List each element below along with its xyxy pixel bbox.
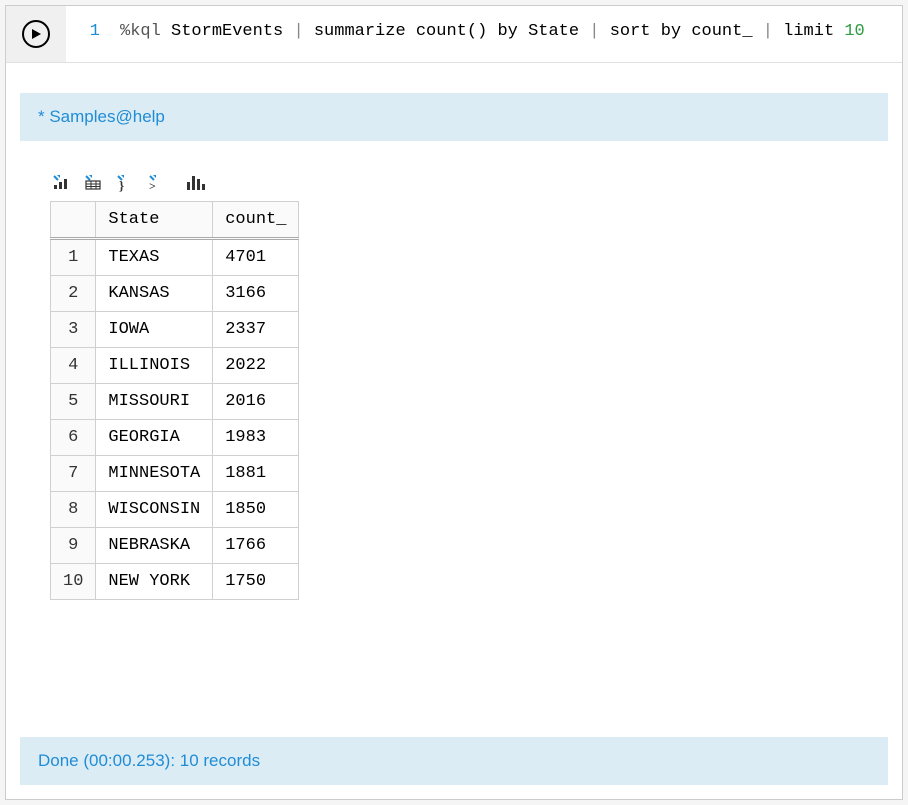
row-index: 5 [51,384,96,420]
cell-state: NEW YORK [96,564,213,600]
cell-count: 1983 [213,420,299,456]
table-row[interactable]: 9NEBRASKA1766 [51,528,299,564]
cell-count: 1881 [213,456,299,492]
cell-count: 4701 [213,239,299,276]
cell-state: MISSOURI [96,384,213,420]
line-number: 1 [70,22,120,41]
context-info-bar: * Samples@help [20,93,888,141]
result-block: } > [20,171,888,600]
cell-state: NEBRASKA [96,528,213,564]
table-row[interactable]: 8WISCONSIN1850 [51,492,299,528]
cell-state: IOWA [96,312,213,348]
notebook-cell: 1 %kql StormEvents | summarize count() b… [5,5,903,800]
export-table-icon[interactable] [82,171,104,193]
cell-state: TEXAS [96,239,213,276]
export-json-icon[interactable]: } [114,171,136,193]
cell-count: 1766 [213,528,299,564]
row-index: 2 [51,276,96,312]
export-chart-icon[interactable] [50,171,72,193]
run-button[interactable] [22,20,50,48]
bar-chart-icon[interactable] [184,171,206,193]
row-index: 1 [51,239,96,276]
cell-count: 2016 [213,384,299,420]
play-icon [30,28,42,40]
output-area: * Samples@help [6,63,902,799]
table-row[interactable]: 7MINNESOTA1881 [51,456,299,492]
result-table: State count_ 1TEXAS47012KANSAS31663IOWA2… [50,201,299,600]
svg-text:>: > [149,179,156,192]
cell-state: MINNESOTA [96,456,213,492]
code-editor[interactable]: 1 %kql StormEvents | summarize count() b… [66,6,902,57]
table-row[interactable]: 2KANSAS3166 [51,276,299,312]
svg-text:}: } [119,178,124,192]
table-row[interactable]: 5MISSOURI2016 [51,384,299,420]
cell-count: 2022 [213,348,299,384]
cell-state: WISCONSIN [96,492,213,528]
result-toolbar: } > [50,171,888,193]
table-row[interactable]: 6GEORGIA1983 [51,420,299,456]
row-index: 4 [51,348,96,384]
col-header-state[interactable]: State [96,202,213,239]
table-header-row: State count_ [51,202,299,239]
row-index: 9 [51,528,96,564]
row-index: 6 [51,420,96,456]
table-row[interactable]: 4ILLINOIS2022 [51,348,299,384]
row-index: 7 [51,456,96,492]
export-code-icon[interactable]: > [146,171,168,193]
col-header-count[interactable]: count_ [213,202,299,239]
table-row[interactable]: 10NEW YORK1750 [51,564,299,600]
cell-state: GEORGIA [96,420,213,456]
cell-count: 3166 [213,276,299,312]
table-row[interactable]: 3IOWA2337 [51,312,299,348]
code-input-row: 1 %kql StormEvents | summarize count() b… [6,6,902,63]
row-index: 10 [51,564,96,600]
table-corner [51,202,96,239]
row-index: 8 [51,492,96,528]
table-row[interactable]: 1TEXAS4701 [51,239,299,276]
cell-state: KANSAS [96,276,213,312]
cell-state: ILLINOIS [96,348,213,384]
status-bar: Done (00:00.253): 10 records [20,737,888,785]
run-gutter [6,6,66,62]
cell-count: 2337 [213,312,299,348]
code-text: %kql StormEvents | summarize count() by … [120,22,902,41]
row-index: 3 [51,312,96,348]
cell-count: 1850 [213,492,299,528]
cell-count: 1750 [213,564,299,600]
